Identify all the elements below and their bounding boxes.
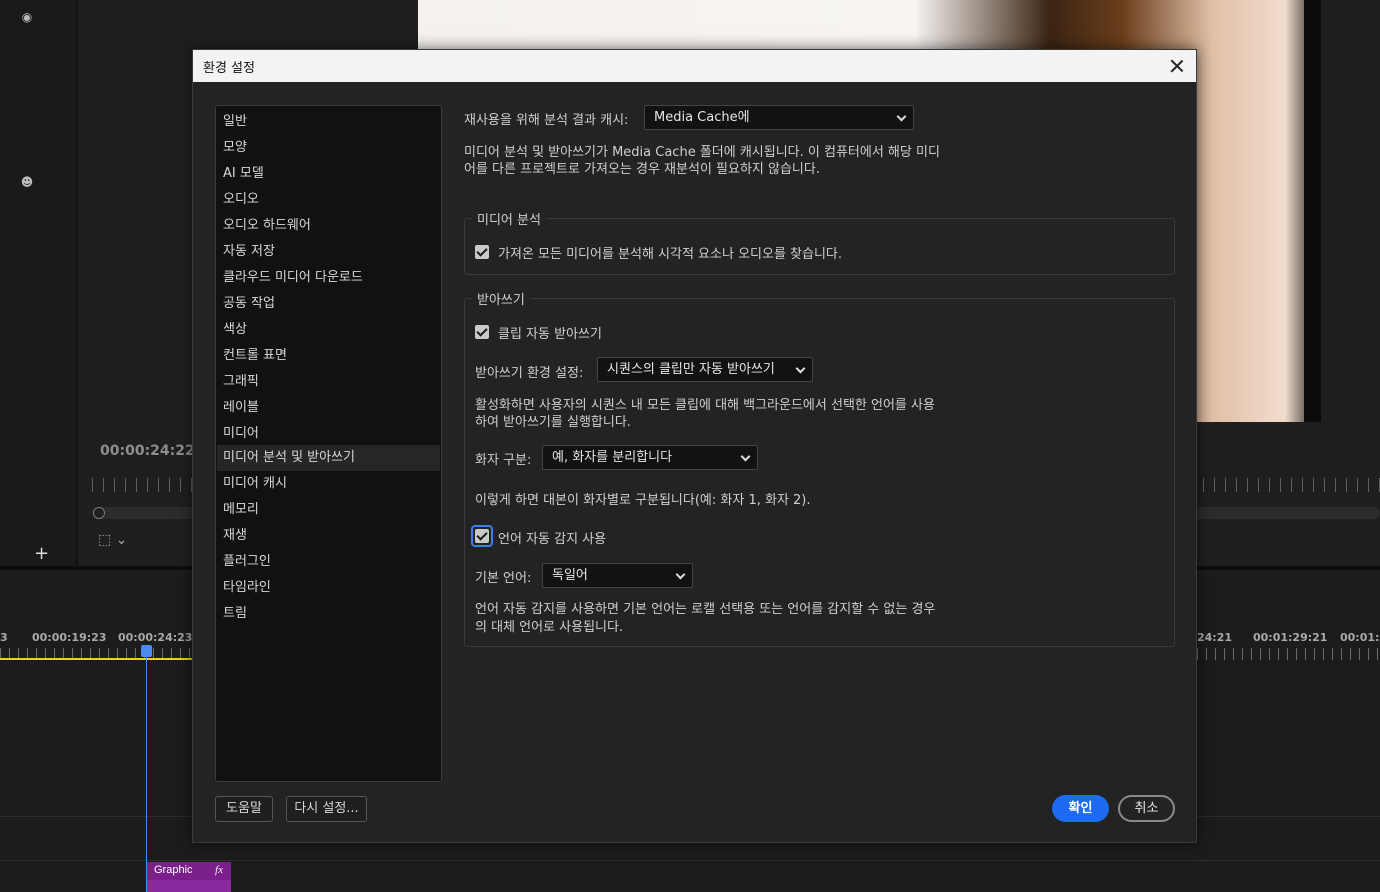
- chevron-down-icon: [740, 451, 751, 462]
- clip-label: Graphic: [154, 864, 193, 876]
- marker-menu-icon[interactable]: ⬚ ⌄: [98, 532, 127, 548]
- monitor-timecode[interactable]: 00:00:24:22: [100, 443, 195, 459]
- sidebar-item-collaboration[interactable]: 공동 작업: [217, 291, 440, 317]
- cache-description-1: 미디어 분석 및 받아쓰기가 Media Cache 폴더에 캐시됩니다. 이 …: [464, 145, 940, 160]
- fx-icon: fx: [215, 864, 223, 876]
- speaker-label: 화자 구분:: [475, 453, 532, 468]
- transcription-pref-label: 받아쓰기 환경 설정:: [475, 366, 584, 381]
- transcription-legend: 받아쓰기: [472, 289, 530, 308]
- default-language-label: 기본 언어:: [475, 571, 532, 586]
- sidebar-item-auto-save[interactable]: 자동 저장: [217, 239, 440, 265]
- sidebar-item-control-surface[interactable]: 컨트롤 표면: [217, 343, 440, 369]
- sidebar-item-memory[interactable]: 메모리: [217, 497, 440, 523]
- ok-button[interactable]: 확인: [1052, 795, 1109, 822]
- sidebar-item-plugins[interactable]: 플러그인: [217, 549, 440, 575]
- sidebar-item-cloud-download[interactable]: 클라우드 미디어 다운로드: [217, 265, 440, 291]
- sidebar-item-trim[interactable]: 트림: [217, 601, 440, 627]
- media-analysis-legend: 미디어 분석: [472, 209, 546, 228]
- chevron-down-icon: [675, 569, 686, 580]
- timeline-time-4: 00:01:29:21: [1253, 631, 1328, 644]
- sidebar-item-color[interactable]: 색상: [217, 317, 440, 343]
- work-area-bar[interactable]: [0, 658, 192, 660]
- timeline-time-0: 3: [0, 631, 8, 644]
- default-language-select[interactable]: 독일어: [542, 563, 693, 588]
- cancel-button[interactable]: 취소: [1118, 795, 1175, 822]
- close-icon[interactable]: [1166, 55, 1188, 77]
- person-icon[interactable]: ☻: [20, 175, 34, 189]
- timeline-time-5: 00:01:3: [1340, 631, 1380, 644]
- timeline-time-2: 00:00:24:23: [118, 631, 193, 644]
- dialog-title: 환경 설정: [203, 61, 255, 76]
- sidebar-item-graphics[interactable]: 그래픽: [217, 369, 440, 395]
- speaker-select-value: 예, 화자를 분리합니다: [552, 450, 673, 465]
- transcription-group: [464, 298, 1175, 647]
- sidebar-item-appearance[interactable]: 모양: [217, 135, 440, 161]
- preferences-dialog: 환경 설정 일반 모양 AI 모델 오디오 오디오 하드웨어 자동 저장 클라우…: [192, 49, 1197, 843]
- transcription-pref-desc-2: 하여 받아쓰기를 실행합니다.: [475, 415, 631, 430]
- auto-detect-language-label: 언어 자동 감지 사용: [498, 532, 607, 547]
- track-divider: [0, 860, 1380, 861]
- playhead-line[interactable]: [146, 650, 147, 892]
- help-button[interactable]: 도움말: [215, 796, 273, 822]
- language-desc-1: 언어 자동 감지를 사용하면 기본 언어는 로캘 선택용 또는 언어를 감지할 …: [475, 602, 936, 617]
- timeline-time-1: 00:00:19:23: [32, 631, 107, 644]
- preferences-sidebar: 일반 모양 AI 모델 오디오 오디오 하드웨어 자동 저장 클라우드 미디어 …: [215, 105, 442, 782]
- scroll-knob[interactable]: [93, 507, 105, 519]
- default-language-value: 독일어: [552, 568, 588, 583]
- left-tool-panel: ◉ ☻ +: [0, 0, 78, 566]
- sidebar-item-playback[interactable]: 재생: [217, 523, 440, 549]
- sidebar-item-media-cache[interactable]: 미디어 캐시: [217, 471, 440, 497]
- sidebar-item-media[interactable]: 미디어: [217, 421, 440, 447]
- language-desc-2: 의 대체 언어로 사용됩니다.: [475, 620, 624, 635]
- dialog-titlebar: 환경 설정: [193, 50, 1196, 82]
- graphic-clip[interactable]: Graphic fx: [147, 862, 231, 892]
- sidebar-item-labels[interactable]: 레이블: [217, 395, 440, 421]
- analyze-media-label: 가져온 모든 미디어를 분석해 시각적 요소나 오디오를 찾습니다.: [498, 247, 843, 262]
- cache-select-value: Media Cache에: [654, 110, 750, 125]
- sidebar-item-audio[interactable]: 오디오: [217, 187, 440, 213]
- transcription-pref-select[interactable]: 시퀀스의 클립만 자동 받아쓰기: [597, 357, 813, 382]
- timeline-time-3: 24:21: [1197, 631, 1233, 644]
- auto-transcribe-label: 클립 자동 받아쓰기: [498, 327, 602, 342]
- reset-button[interactable]: 다시 설정...: [286, 796, 367, 822]
- transcription-pref-value: 시퀀스의 클립만 자동 받아쓰기: [607, 362, 775, 377]
- chevron-down-icon: [795, 363, 806, 374]
- sidebar-item-media-analysis[interactable]: 미디어 분석 및 받아쓰기: [217, 445, 440, 471]
- auto-detect-language-checkbox[interactable]: [475, 529, 489, 543]
- globe-icon[interactable]: ◉: [20, 10, 34, 24]
- sidebar-item-ai-model[interactable]: AI 모델: [217, 161, 440, 187]
- speaker-description: 이렇게 하면 대본이 화자별로 구분됩니다(예: 화자 1, 화자 2).: [475, 493, 811, 508]
- analyze-media-checkbox[interactable]: [475, 245, 489, 259]
- cache-label: 재사용을 위해 분석 결과 캐시:: [464, 113, 629, 128]
- chevron-down-icon: [896, 111, 907, 122]
- speaker-select[interactable]: 예, 화자를 분리합니다: [542, 445, 758, 470]
- sidebar-item-timeline[interactable]: 타임라인: [217, 575, 440, 601]
- sidebar-item-general[interactable]: 일반: [217, 109, 440, 135]
- cache-description-2: 어를 다른 프로젝트로 가져오는 경우 재분석이 필요하지 않습니다.: [464, 162, 820, 177]
- video-frame-edge: [1304, 0, 1321, 422]
- sidebar-item-audio-hardware[interactable]: 오디오 하드웨어: [217, 213, 440, 239]
- transcription-pref-desc-1: 활성화하면 사용자의 시퀀스 내 모든 클립에 대해 백그라운드에서 선택한 언…: [475, 398, 935, 413]
- cache-select[interactable]: Media Cache에: [644, 105, 914, 130]
- auto-transcribe-checkbox[interactable]: [475, 325, 489, 339]
- playhead-handle[interactable]: [141, 645, 152, 657]
- clip-header: Graphic fx: [147, 862, 231, 880]
- add-button[interactable]: +: [34, 543, 49, 564]
